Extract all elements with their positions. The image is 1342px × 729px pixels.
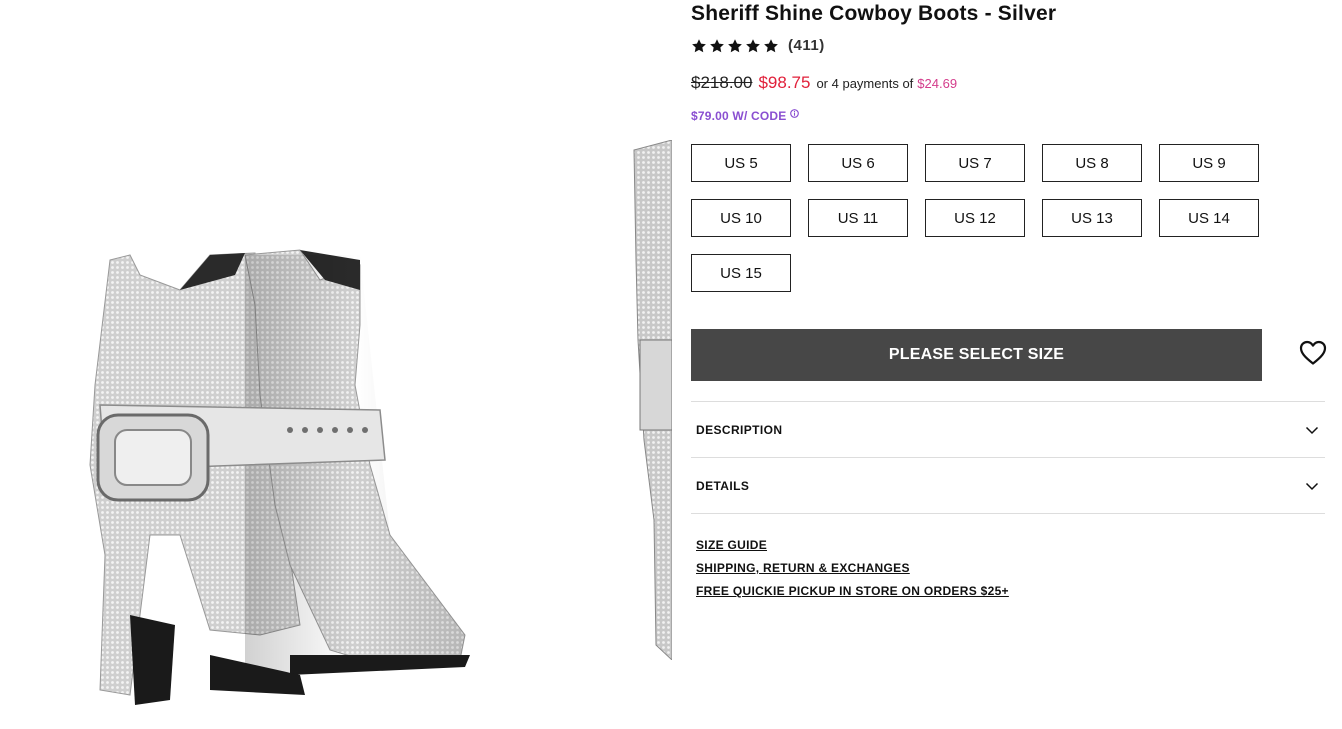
- accordion-label: DESCRIPTION: [696, 422, 783, 437]
- size-option-us-10[interactable]: US 10: [691, 199, 791, 237]
- size-guide-link[interactable]: SIZE GUIDE: [696, 538, 1009, 552]
- sale-price: $98.75: [758, 73, 811, 92]
- heart-icon[interactable]: [1299, 340, 1327, 366]
- star-icon: [728, 38, 742, 52]
- star-icon: [764, 38, 778, 52]
- info-links: SIZE GUIDE SHIPPING, RETURN & EXCHANGES …: [696, 538, 1009, 607]
- size-option-us-13[interactable]: US 13: [1042, 199, 1142, 237]
- product-gallery: [0, 0, 672, 729]
- size-option-us-8[interactable]: US 8: [1042, 144, 1142, 182]
- size-option-us-6[interactable]: US 6: [808, 144, 908, 182]
- size-option-us-7[interactable]: US 7: [925, 144, 1025, 182]
- product-image-next[interactable]: [626, 140, 672, 660]
- chevron-down-icon: [1305, 482, 1319, 490]
- original-price: $218.00: [691, 73, 753, 92]
- size-option-us-11[interactable]: US 11: [808, 199, 908, 237]
- accordion-description[interactable]: DESCRIPTION: [691, 401, 1325, 457]
- divider: [691, 513, 1325, 514]
- info-icon[interactable]: [789, 109, 799, 118]
- installment-amount: $24.69: [917, 76, 958, 91]
- product-details-panel: Sheriff Shine Cowboy Boots - Silver (411…: [691, 0, 1331, 729]
- chevron-down-icon: [1305, 426, 1319, 434]
- size-option-us-12[interactable]: US 12: [925, 199, 1025, 237]
- size-option-us-9[interactable]: US 9: [1159, 144, 1259, 182]
- star-icon: [710, 38, 724, 52]
- product-rating[interactable]: (411): [691, 37, 825, 54]
- accordion-label: DETAILS: [696, 478, 750, 493]
- promo-code-row: $79.00 W/ CODE: [691, 109, 799, 123]
- installments-text: or 4 payments of: [816, 76, 914, 91]
- product-image-main[interactable]: [60, 235, 500, 725]
- size-option-us-14[interactable]: US 14: [1159, 199, 1259, 237]
- size-option-us-5[interactable]: US 5: [691, 144, 791, 182]
- product-title: Sheriff Shine Cowboy Boots - Silver: [691, 2, 1057, 25]
- review-count[interactable]: (411): [788, 37, 825, 54]
- price-row: $218.00 $98.75 or 4 payments of $24.69: [691, 73, 957, 93]
- size-option-us-15[interactable]: US 15: [691, 254, 791, 292]
- store-pickup-link[interactable]: FREE QUICKIE PICKUP IN STORE ON ORDERS $…: [696, 584, 1009, 598]
- star-icon: [692, 38, 706, 52]
- promo-code-price: $79.00 W/ CODE: [691, 109, 787, 123]
- add-to-bag-button[interactable]: PLEASE SELECT SIZE: [691, 329, 1262, 381]
- accordion-details[interactable]: DETAILS: [691, 457, 1325, 513]
- star-icon: [746, 38, 760, 52]
- shipping-returns-link[interactable]: SHIPPING, RETURN & EXCHANGES: [696, 561, 1009, 575]
- rating-stars: [691, 38, 779, 54]
